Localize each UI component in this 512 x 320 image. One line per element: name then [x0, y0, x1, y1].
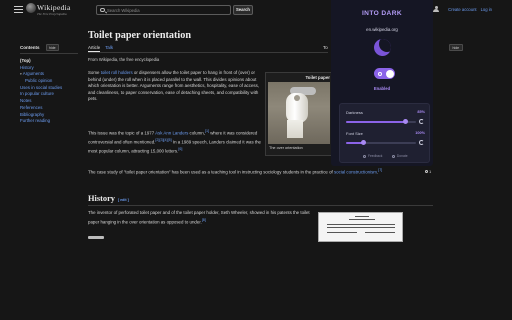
- text-run: This issue was the topic of a 1977: [88, 130, 156, 136]
- toc-item-bibliography[interactable]: Bibliography: [20, 112, 78, 119]
- heading-divider: [88, 205, 433, 206]
- paragraph-landers: This issue was the topic of a 1977 Ask A…: [88, 128, 261, 155]
- text-run: column,: [188, 130, 205, 136]
- font-size-slider-thumb[interactable]: [361, 140, 366, 146]
- toc-item-label: Arguments: [22, 71, 44, 77]
- text-run: The case study of "toilet paper orientat…: [88, 169, 334, 175]
- donate-label: Donate: [396, 154, 408, 158]
- toc-item-history[interactable]: History: [20, 65, 78, 72]
- enable-toggle[interactable]: [374, 68, 395, 79]
- text-run: Some: [88, 70, 101, 75]
- clipped-text-fragment: [88, 236, 104, 239]
- history-heading: History[ edit ]: [88, 194, 129, 203]
- citation-link[interactable]: [7]: [378, 168, 382, 172]
- toc-item-references[interactable]: References: [20, 105, 78, 112]
- radio-icon[interactable]: [425, 170, 428, 173]
- darkness-slider[interactable]: [346, 119, 416, 125]
- patent-figure[interactable]: [318, 212, 403, 242]
- feedback-link[interactable]: Feedback: [363, 154, 382, 158]
- wikipedia-globe-logo[interactable]: [26, 3, 36, 13]
- table-of-contents: Contents hide (Top) History ▾Arguments P…: [20, 44, 78, 125]
- darkness-slider-fill: [346, 121, 406, 123]
- wikipedia-header: Wikipedia The Free Encyclopedia Search C…: [0, 0, 512, 22]
- settings-card: Darkness 85% Font Size 100% Feedback Don…: [339, 103, 430, 163]
- roll-shape: [286, 93, 308, 123]
- toc-item-uses-in-social-studies[interactable]: Uses in social studies: [20, 85, 78, 92]
- link-toilet-roll-holders[interactable]: toilet roll holders: [101, 70, 133, 75]
- search-button[interactable]: Search: [233, 5, 253, 15]
- toggle-knob: [385, 69, 394, 78]
- power-icon: [377, 71, 382, 76]
- toc-item-top[interactable]: (Top): [20, 58, 78, 65]
- paragraph-intro: Some toilet roll holders or dispensers a…: [88, 70, 261, 103]
- heading-text: History: [88, 194, 115, 203]
- toc-item-notes[interactable]: Notes: [20, 98, 78, 105]
- donate-link[interactable]: Donate: [392, 154, 408, 158]
- moon-icon: [374, 39, 391, 56]
- font-size-label: Font Size: [346, 131, 363, 136]
- citation-link[interactable]: [2][3][4][5]: [155, 138, 171, 142]
- feedback-label: Feedback: [367, 154, 383, 158]
- site-sub: From Wikipedia, the free encyclopedia: [88, 57, 160, 62]
- user-icon: [433, 5, 439, 14]
- text-run: The inventor of perforated toilet paper …: [88, 210, 310, 225]
- toc-item-in-popular-culture[interactable]: In popular culture: [20, 91, 78, 98]
- search-icon: [100, 7, 105, 13]
- paragraph-history: The inventor of perforated toilet paper …: [88, 210, 313, 226]
- personal-tools: Create account Log in: [448, 7, 492, 12]
- toc-item-further-reading[interactable]: Further reading: [20, 118, 78, 125]
- page-title: Toilet paper orientation: [88, 30, 192, 41]
- search-input[interactable]: [107, 6, 227, 14]
- font-size-value: 100%: [415, 131, 425, 135]
- toilet-paper-photo[interactable]: [268, 82, 330, 144]
- current-site: en.wikipedia.org: [366, 27, 398, 32]
- link-social-constructionism[interactable]: social constructionism: [334, 169, 377, 174]
- toc-title: Contents: [20, 45, 40, 50]
- toc-item-public-opinion[interactable]: Public opinion: [20, 78, 78, 85]
- paragraph-case-study: The case study of "toilet paper orientat…: [88, 167, 433, 176]
- reset-darkness-icon[interactable]: [419, 119, 424, 124]
- main-menu-icon[interactable]: [14, 6, 23, 13]
- enabled-status: Enabled: [373, 86, 391, 91]
- toc-header: Contents hide: [20, 44, 78, 54]
- tab-talk[interactable]: Talk: [105, 45, 113, 52]
- toc-hide-button[interactable]: hide: [45, 44, 60, 51]
- wikipedia-tagline: The Free Encyclopedia: [37, 12, 67, 16]
- wikipedia-wordmark[interactable]: Wikipedia: [37, 3, 71, 12]
- feedback-icon: [363, 154, 367, 158]
- reset-font-size-icon[interactable]: [419, 140, 424, 145]
- font-size-slider[interactable]: [346, 140, 416, 146]
- citation-link[interactable]: [6]: [178, 147, 182, 151]
- link-ask-ann-landers[interactable]: Ask Ann Landers: [155, 130, 188, 135]
- infobox-caption: The over orientation: [269, 146, 303, 150]
- create-account-link[interactable]: Create account: [448, 7, 476, 12]
- tools-label[interactable]: To: [323, 45, 328, 50]
- tools-hide-button[interactable]: hide: [449, 44, 463, 51]
- edit-section-link[interactable]: [ edit ]: [118, 198, 129, 202]
- sheet-shape: [287, 120, 303, 138]
- chevron-down-icon[interactable]: ▾: [20, 72, 22, 76]
- darkness-value: 85%: [417, 110, 425, 114]
- citation-link[interactable]: [8]: [202, 218, 206, 222]
- search-box: [96, 5, 231, 15]
- extension-title: INTO DARK: [361, 10, 403, 17]
- tabs-divider: [88, 52, 328, 53]
- appearance-option[interactable]: 1: [425, 169, 431, 174]
- darkness-slider-thumb[interactable]: [403, 119, 408, 125]
- darkness-label: Darkness: [346, 110, 363, 115]
- toc-item-arguments[interactable]: ▾Arguments: [20, 71, 78, 78]
- radio-label: 1: [429, 169, 432, 174]
- log-in-link[interactable]: Log in: [481, 7, 492, 12]
- heart-icon: [392, 154, 396, 158]
- namespace-tabs: Article Talk: [88, 45, 113, 52]
- popup-footer-links: Feedback Donate: [340, 154, 431, 158]
- tab-article[interactable]: Article: [88, 45, 101, 52]
